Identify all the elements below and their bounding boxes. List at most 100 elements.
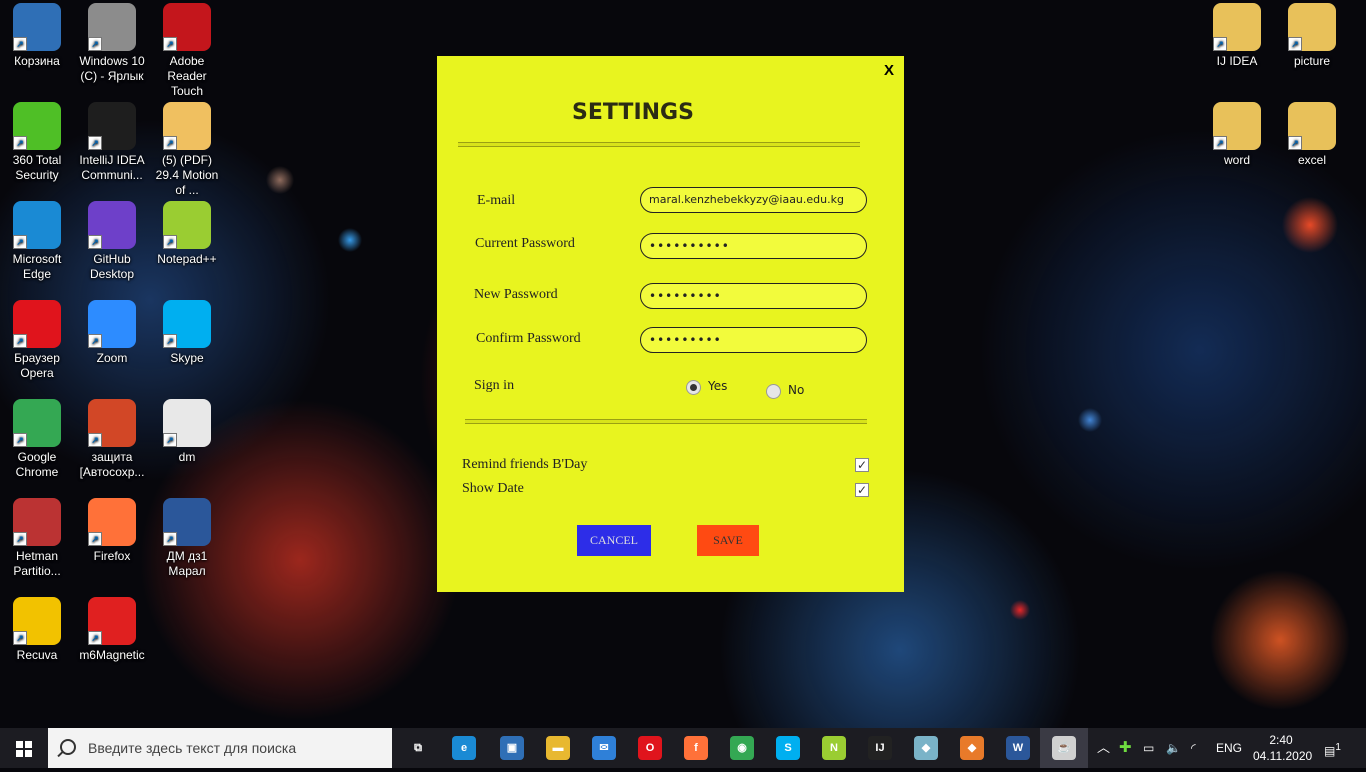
desktop-icon-label: Hetman Partitio... xyxy=(13,549,61,578)
desktop-icon[interactable]: ↗ GitHub Desktop xyxy=(75,201,149,282)
shortcut-arrow-icon: ↗ xyxy=(163,433,177,447)
taskbar-edge-icon[interactable]: e xyxy=(452,736,476,760)
volume-icon[interactable]: 🔈 xyxy=(1166,728,1181,768)
desktop-icon[interactable]: ↗ 360 Total Security xyxy=(0,102,74,183)
language-indicator[interactable]: ENG xyxy=(1216,728,1242,768)
desktop-icon[interactable]: ↗ Microsoft Edge xyxy=(0,201,74,282)
clock-time: 2:40 xyxy=(1269,733,1293,747)
desktop-icon[interactable]: ↗ Zoom xyxy=(75,300,149,366)
show-date-label: Show Date xyxy=(462,481,524,496)
current-password-field[interactable]: •••••••••• xyxy=(640,233,867,259)
taskbar-intellij-icon[interactable]: IJ xyxy=(868,736,892,760)
taskbar-chrome-icon[interactable]: ◉ xyxy=(730,736,754,760)
sign-in-yes-radio[interactable] xyxy=(686,380,701,395)
desktop-icon-label: Google Chrome xyxy=(15,450,59,479)
taskbar-mail-icon[interactable]: ✉ xyxy=(592,736,616,760)
taskbar-app-blue-icon[interactable]: ◆ xyxy=(914,736,938,760)
desktop-icon[interactable]: ↗ защита [Автосохр... xyxy=(75,399,149,480)
sign-in-no-label[interactable]: No xyxy=(788,383,804,397)
desktop-icon[interactable]: ↗ (5) (PDF) 29.4 Motion of ... xyxy=(150,102,224,198)
text-file-icon: ↗ xyxy=(163,399,211,447)
sign-in-yes-label[interactable]: Yes xyxy=(708,379,727,393)
shortcut-arrow-icon: ↗ xyxy=(13,37,27,51)
save-button[interactable]: SAVE xyxy=(697,525,759,556)
taskbar-notepad-icon[interactable]: N xyxy=(822,736,846,760)
desktop-icon[interactable]: ↗ IJ IDEA xyxy=(1200,3,1274,69)
network-icon[interactable]: ◜ xyxy=(1191,728,1196,768)
clock-date: 04.11.2020 xyxy=(1253,749,1313,763)
intellij-icon: ↗ xyxy=(88,102,136,150)
windows-logo-icon xyxy=(16,741,32,757)
desktop-icon-label: IJ IDEA xyxy=(1216,54,1258,68)
taskbar-firefox-icon[interactable]: f xyxy=(684,736,708,760)
taskbar-word-icon[interactable]: W xyxy=(1006,736,1030,760)
desktop-icon-label: Recuva xyxy=(16,648,58,662)
desktop-icon[interactable]: ↗ Recuva xyxy=(0,597,74,663)
desktop-icon-label: Notepad++ xyxy=(157,252,217,266)
clock[interactable]: 2:40 04.11.2020 xyxy=(1253,728,1313,772)
folder-icon: ↗ xyxy=(1213,102,1261,150)
plus-shield-tray-icon[interactable]: ✚ xyxy=(1119,728,1132,768)
search-placeholder: Введите здесь текст для поиска xyxy=(88,740,297,756)
shortcut-arrow-icon: ↗ xyxy=(88,433,102,447)
current-password-label: Current Password xyxy=(475,236,575,251)
plus-shield-icon: ↗ xyxy=(13,102,61,150)
desktop-icon[interactable]: ↗ Windows 10 (C) - Ярлык xyxy=(75,3,149,84)
confirm-password-field[interactable]: ••••••••• xyxy=(640,327,867,353)
title-divider xyxy=(458,142,860,147)
opera-icon: ↗ xyxy=(13,300,61,348)
desktop-icon[interactable]: ↗ Skype xyxy=(150,300,224,366)
close-button[interactable]: X xyxy=(884,62,894,79)
recuva-icon: ↗ xyxy=(13,597,61,645)
options-divider xyxy=(465,419,867,424)
taskbar-store-icon[interactable]: ▣ xyxy=(500,736,524,760)
desktop-icon[interactable]: ↗ Firefox xyxy=(75,498,149,564)
taskbar-skype-icon[interactable]: S xyxy=(776,736,800,760)
desktop-icon[interactable]: ↗ Notepad++ xyxy=(150,201,224,267)
desktop-icon[interactable]: ↗ Google Chrome xyxy=(0,399,74,480)
remind-birthday-label: Remind friends B'Day xyxy=(462,457,588,472)
notification-count: 1 xyxy=(1335,742,1341,753)
desktop-icon[interactable]: ↗ m6Magnetic xyxy=(75,597,149,663)
notifications-button[interactable]: ▤1 xyxy=(1324,728,1341,768)
desktop-icon[interactable]: ↗ dm xyxy=(150,399,224,465)
remind-birthday-checkbox[interactable]: ✓ xyxy=(855,458,869,472)
desktop-icon-label: Firefox xyxy=(93,549,131,563)
desktop-icon[interactable]: ↗ Hetman Partitio... xyxy=(0,498,74,579)
desktop-icon-label: Корзина xyxy=(14,54,60,68)
taskbar-java-icon[interactable]: ☕ xyxy=(1052,736,1076,760)
desktop-icon-label: picture xyxy=(1293,54,1331,68)
shortcut-arrow-icon: ↗ xyxy=(1213,136,1227,150)
start-button[interactable] xyxy=(16,741,32,757)
taskbar-task-view-icon[interactable]: ⧉ xyxy=(406,736,430,760)
desktop-icon[interactable]: ↗ word xyxy=(1200,102,1274,168)
desktop-icon-label: Skype xyxy=(170,351,204,365)
partition-icon: ↗ xyxy=(13,498,61,546)
zoom-icon: ↗ xyxy=(88,300,136,348)
desktop-icon[interactable]: ↗ IntelliJ IDEA Communi... xyxy=(75,102,149,183)
chrome-doc-icon: ↗ xyxy=(163,102,211,150)
battery-icon[interactable]: ▭ xyxy=(1143,728,1154,768)
show-date-checkbox[interactable]: ✓ xyxy=(855,483,869,497)
sign-in-no-radio[interactable] xyxy=(766,384,781,399)
pdf-reader-icon: ↗ xyxy=(163,3,211,51)
notification-icon: ▤ xyxy=(1324,744,1336,758)
taskbar-explorer-icon[interactable]: ▬ xyxy=(546,736,570,760)
desktop-icon[interactable]: ↗ excel xyxy=(1275,102,1349,168)
taskbar-search-box[interactable]: Введите здесь текст для поиска xyxy=(48,728,392,768)
desktop-icon[interactable]: ↗ Корзина xyxy=(0,3,74,69)
edge-icon: ↗ xyxy=(13,201,61,249)
desktop-icon-label: IntelliJ IDEA Communi... xyxy=(79,153,145,182)
new-password-field[interactable]: ••••••••• xyxy=(640,283,867,309)
shortcut-arrow-icon: ↗ xyxy=(1213,37,1227,51)
cancel-button[interactable]: CANCEL xyxy=(577,525,651,556)
taskbar-opera-icon[interactable]: O xyxy=(638,736,662,760)
desktop-icon[interactable]: ↗ picture xyxy=(1275,3,1349,69)
desktop-icon[interactable]: ↗ Adobe Reader Touch xyxy=(150,3,224,99)
email-field[interactable]: maral.kenzhebekkyzy@iaau.edu.kg xyxy=(640,187,867,213)
show-hidden-icons-chevron-icon[interactable]: ︿ xyxy=(1097,728,1110,768)
taskbar-app-orange-icon[interactable]: ◆ xyxy=(960,736,984,760)
desktop-icon[interactable]: ↗ ДМ дз1 Марал xyxy=(150,498,224,579)
desktop-icon-label: Microsoft Edge xyxy=(12,252,62,281)
desktop-icon[interactable]: ↗ Браузер Opera xyxy=(0,300,74,381)
